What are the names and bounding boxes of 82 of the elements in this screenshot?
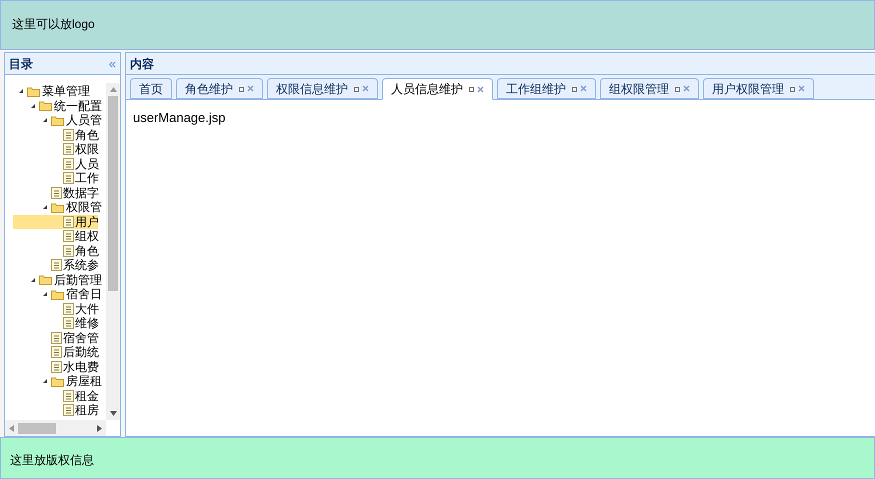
restore-icon[interactable] bbox=[469, 86, 475, 92]
expanded-triangle-icon[interactable] bbox=[17, 87, 25, 96]
restore-icon[interactable] bbox=[675, 86, 681, 92]
horizontal-scrollbar[interactable] bbox=[5, 420, 106, 436]
file-icon bbox=[63, 172, 74, 184]
tree-item[interactable]: 权限 bbox=[75, 142, 99, 156]
tree-item[interactable]: 后勤统 bbox=[63, 345, 99, 360]
scroll-down-icon[interactable] bbox=[110, 411, 116, 416]
tab[interactable]: 角色维护 bbox=[176, 78, 263, 99]
folder-icon bbox=[39, 274, 53, 286]
scroll-up-icon[interactable] bbox=[110, 87, 116, 92]
copyright-placeholder-text: 这里放版权信息 bbox=[10, 453, 94, 467]
tree-item[interactable]: 工作 bbox=[75, 171, 99, 186]
restore-icon[interactable] bbox=[354, 86, 360, 92]
tree-item[interactable]: 租金 bbox=[75, 388, 99, 403]
restore-icon[interactable] bbox=[790, 86, 796, 92]
tree-item[interactable]: 水电费 bbox=[63, 360, 99, 374]
expanded-triangle-icon[interactable] bbox=[41, 377, 49, 386]
tree-item[interactable]: 宿舍管 bbox=[63, 330, 99, 345]
file-icon bbox=[63, 302, 74, 315]
tab[interactable]: 用户权限管理 bbox=[703, 78, 814, 99]
tree-item[interactable]: 菜单管理 bbox=[42, 84, 90, 98]
tree-item[interactable]: 租房 bbox=[75, 403, 99, 418]
close-icon[interactable] bbox=[477, 86, 484, 92]
file-icon bbox=[63, 317, 74, 330]
scroll-left-icon[interactable] bbox=[9, 424, 14, 432]
tree-item[interactable]: 用户 bbox=[75, 214, 99, 229]
page-filename-text: userManage.jsp bbox=[133, 110, 226, 125]
file-icon bbox=[51, 346, 62, 358]
tree-item[interactable]: 权限管 bbox=[66, 200, 102, 214]
logo-placeholder-text: 这里可以放logo bbox=[12, 17, 95, 31]
tab[interactable]: 首页 bbox=[130, 78, 172, 99]
close-icon[interactable] bbox=[247, 85, 254, 92]
close-icon[interactable] bbox=[580, 85, 587, 92]
expanded-triangle-icon[interactable] bbox=[41, 203, 49, 212]
file-icon bbox=[63, 158, 74, 170]
tree-item[interactable]: 系统参 bbox=[63, 258, 99, 272]
content-title: 内容 bbox=[130, 56, 154, 72]
folder-icon bbox=[39, 100, 53, 112]
tab[interactable]: 人员信息维护 bbox=[382, 78, 493, 100]
file-icon bbox=[63, 216, 74, 228]
folder-icon bbox=[27, 86, 41, 97]
tree-item[interactable]: 角色 bbox=[75, 244, 99, 258]
file-icon bbox=[51, 360, 62, 373]
expanded-triangle-icon[interactable] bbox=[29, 276, 37, 284]
file-icon bbox=[51, 332, 62, 344]
restore-icon[interactable] bbox=[239, 86, 245, 92]
tab[interactable]: 权限信息维护 bbox=[267, 78, 378, 99]
tree-item[interactable]: 统一配置 bbox=[54, 98, 102, 113]
tree-item[interactable]: 房屋租 bbox=[66, 374, 102, 388]
file-icon bbox=[63, 404, 74, 416]
scroll-right-icon[interactable] bbox=[97, 424, 102, 432]
expanded-triangle-icon[interactable] bbox=[41, 116, 49, 124]
folder-icon bbox=[51, 376, 65, 387]
file-icon bbox=[63, 390, 74, 402]
expanded-triangle-icon[interactable] bbox=[41, 290, 49, 298]
restore-icon[interactable] bbox=[572, 86, 578, 92]
file-icon bbox=[63, 128, 74, 141]
close-icon[interactable] bbox=[798, 85, 805, 92]
file-icon bbox=[63, 230, 74, 242]
expanded-triangle-icon[interactable] bbox=[29, 102, 37, 110]
sidebar-title: 目录 bbox=[9, 56, 33, 72]
tree-item[interactable]: 人员管 bbox=[66, 113, 102, 128]
tree-item[interactable]: 数据字 bbox=[63, 186, 99, 200]
vertical-scrollbar[interactable] bbox=[106, 83, 120, 420]
tree-item[interactable]: 人员 bbox=[75, 156, 99, 171]
file-icon bbox=[63, 143, 74, 156]
file-icon bbox=[63, 244, 74, 257]
tab[interactable]: 组权限管理 bbox=[600, 78, 699, 99]
close-icon[interactable] bbox=[362, 85, 369, 92]
tree-item[interactable]: 宿舍日 bbox=[66, 287, 102, 302]
folder-icon bbox=[51, 114, 65, 126]
file-icon bbox=[51, 186, 62, 199]
tree-item[interactable]: 组权 bbox=[75, 229, 99, 244]
file-icon bbox=[51, 259, 62, 272]
tree-item[interactable]: 角色 bbox=[75, 128, 99, 142]
close-icon[interactable] bbox=[683, 85, 690, 92]
tree-item[interactable]: 后勤管理 bbox=[54, 272, 102, 287]
tree-item[interactable]: 大件 bbox=[75, 302, 99, 316]
tab[interactable]: 工作组维护 bbox=[497, 78, 596, 99]
tree-item[interactable]: 维修 bbox=[75, 316, 99, 330]
folder-icon bbox=[51, 288, 65, 300]
